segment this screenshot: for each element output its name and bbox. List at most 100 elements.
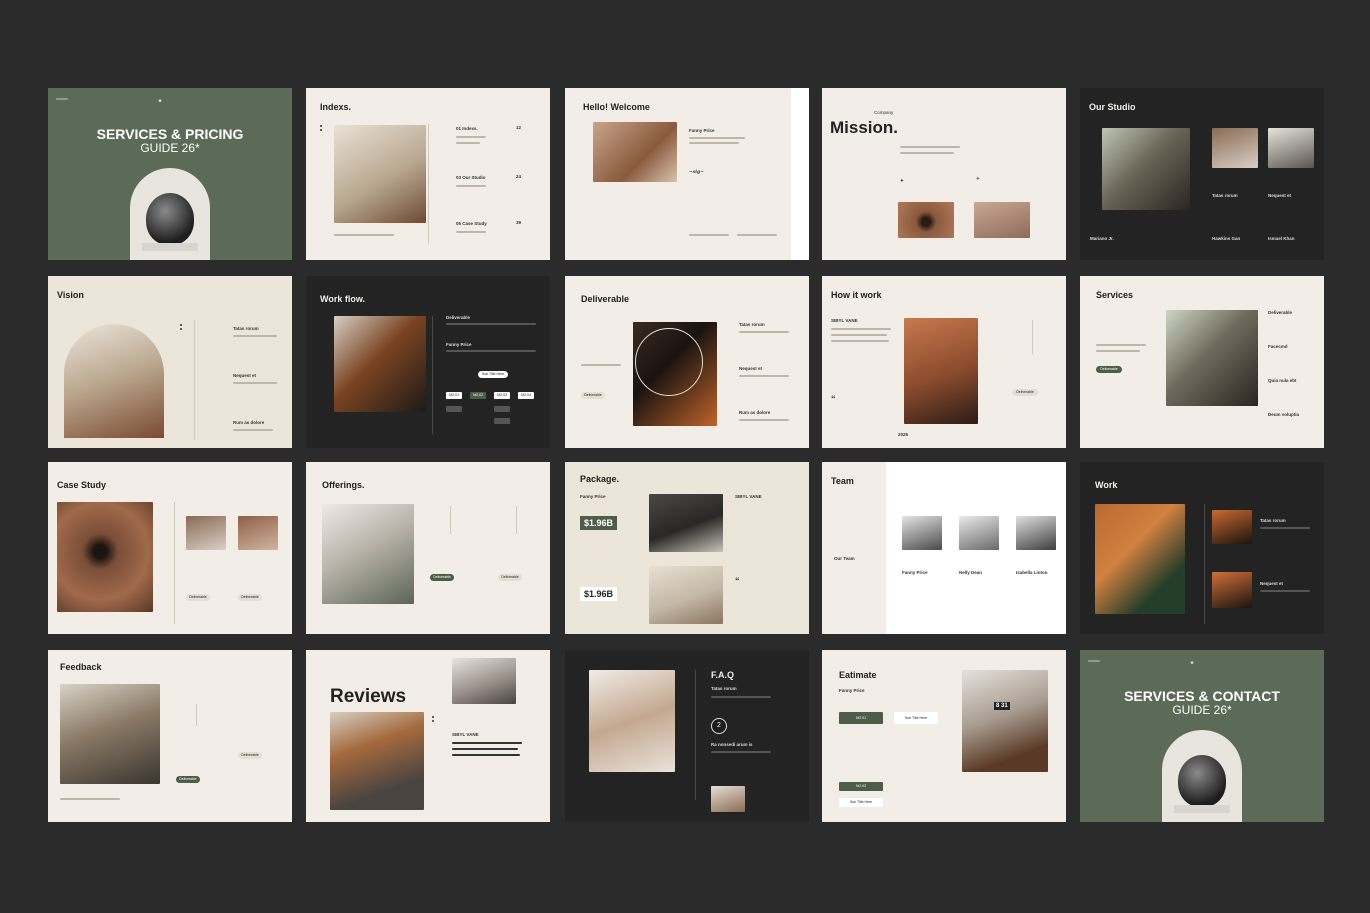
index-page: 12 bbox=[516, 125, 522, 130]
slide-vision[interactable]: Vision Tatas rorum Nequest et Rum as dol… bbox=[48, 276, 292, 448]
slide-subtitle: GUIDE 26* bbox=[1172, 703, 1232, 717]
slide-title: Offerings. bbox=[322, 480, 365, 490]
bedroom-image bbox=[334, 125, 426, 223]
estimate-button[interactable]: Sub Title Here bbox=[839, 798, 883, 807]
member-name: Isabella Linton bbox=[1016, 570, 1048, 575]
slide-work[interactable]: Work Tatas rorum Nequest et bbox=[1080, 462, 1324, 634]
slide-title: Services bbox=[1096, 290, 1134, 300]
room-image bbox=[649, 566, 723, 624]
brand-label: SIBYL VANE bbox=[735, 494, 762, 499]
slide-mission[interactable]: Company Mission. ✦ ✧ bbox=[822, 88, 1066, 260]
work-image bbox=[1095, 504, 1185, 614]
estimate-button[interactable]: NO.02 bbox=[839, 782, 883, 791]
slide-title: How it work bbox=[831, 290, 882, 300]
sitting-woman-image bbox=[904, 318, 978, 424]
estimate-button[interactable]: Sub Title Here bbox=[894, 712, 938, 724]
deliverable-button[interactable]: Deliverable bbox=[176, 776, 200, 783]
slide-indexs[interactable]: Indexs. 01 Indexs. 12 03 Our Studio 24 0… bbox=[306, 88, 550, 260]
price-tag: $1.96B bbox=[580, 587, 618, 601]
slide-title: F.A.Q bbox=[711, 670, 735, 680]
case-image bbox=[186, 516, 226, 550]
services-image bbox=[1166, 310, 1258, 406]
slide-title: Work flow. bbox=[320, 294, 365, 304]
deliverable-item: Rum as dolore bbox=[739, 410, 771, 415]
case-image bbox=[238, 516, 278, 550]
studio-image-3 bbox=[1268, 128, 1314, 168]
slide-services-pricing[interactable]: ★ SERVICES & PRICING GUIDE 26* bbox=[48, 88, 292, 260]
slide-case-study[interactable]: Case Study Deliverable Deliverable bbox=[48, 462, 292, 634]
tablet-image bbox=[649, 494, 723, 552]
dots-icon bbox=[432, 716, 434, 724]
slide-title: Eatimate bbox=[839, 670, 877, 680]
slide-how-it-work[interactable]: How it work SIBYL VANE “ 2026 Deliverabl… bbox=[822, 276, 1066, 448]
slide-title: Package. bbox=[580, 474, 620, 484]
person-name: Fanny Price bbox=[689, 128, 715, 133]
slide-services[interactable]: Services Deliverable Deliverable Facecmd… bbox=[1080, 276, 1324, 448]
vision-item: Rum as dolore bbox=[233, 420, 265, 425]
clock-display: 8 31 bbox=[994, 702, 1010, 710]
slide-title: Our Studio bbox=[1089, 102, 1136, 112]
our-team-link[interactable]: Our Team bbox=[834, 556, 855, 561]
faq-number: 2 bbox=[711, 718, 727, 734]
deliverable-button[interactable]: Deliverable bbox=[430, 574, 454, 581]
slide-title: Vision bbox=[57, 290, 84, 300]
member-name: Ismael Khan bbox=[1268, 236, 1295, 241]
slide-eatimate[interactable]: Eatimate Fanny Price NO.01 Sub Title Her… bbox=[822, 650, 1066, 822]
member-name: Hawkins Gan bbox=[1212, 236, 1241, 241]
deliverable-button[interactable]: Deliverable bbox=[186, 594, 210, 601]
review-image bbox=[452, 658, 516, 704]
step-button[interactable]: NO.02 bbox=[470, 392, 486, 399]
deliverable-button[interactable]: Deliverable bbox=[1096, 366, 1122, 373]
slide-title: Work bbox=[1095, 480, 1118, 490]
deliverable-button[interactable]: Deliverable bbox=[581, 392, 605, 399]
slide-team[interactable]: Team Our Team Fanny Price Nelly Dean Isa… bbox=[822, 462, 1066, 634]
deliverable-button[interactable]: Deliverable bbox=[238, 752, 262, 759]
work-item: Nequest et bbox=[1260, 581, 1284, 586]
slide-feedback[interactable]: Feedback Deliverable Deliverable bbox=[48, 650, 292, 822]
index-item[interactable]: 03 Our Studio bbox=[456, 175, 486, 180]
quote-icon: “ bbox=[735, 576, 740, 586]
index-item[interactable]: 01 Indexs. bbox=[456, 126, 478, 131]
logo-mark bbox=[1088, 660, 1100, 662]
brand-label: SIBYL VANE bbox=[831, 318, 858, 323]
slide-faq[interactable]: F.A.Q Tatas rorum 2 Ra nonsedi arum is bbox=[565, 650, 809, 822]
slide-deliverable[interactable]: Deliverable Deliverable Tatas rorum Nequ… bbox=[565, 276, 809, 448]
deliverable-button[interactable]: Deliverable bbox=[498, 574, 522, 581]
team-photo bbox=[959, 516, 999, 550]
step-button[interactable]: NO.01 bbox=[446, 392, 462, 399]
slide-reviews[interactable]: Reviews SIBYL VANE bbox=[306, 650, 550, 822]
subtitle-button[interactable]: Sub Title Here bbox=[478, 371, 508, 378]
service-item: Deliverable bbox=[1268, 310, 1293, 315]
mission-icon: ✧ bbox=[976, 176, 980, 181]
slide-package[interactable]: Package. Fanny Price $1.96B $1.96B SIBYL… bbox=[565, 462, 809, 634]
step-button[interactable]: NO.04 bbox=[518, 392, 534, 399]
slide-our-studio[interactable]: Our Studio Tatas rorum Nequest et Marian… bbox=[1080, 88, 1324, 260]
studio-image-2 bbox=[1212, 128, 1258, 168]
deliverable-button[interactable]: Deliverable bbox=[1012, 389, 1038, 396]
vision-item: Tatas rorum bbox=[233, 326, 259, 331]
slide-hello-welcome[interactable]: Hello! Welcome Fanny Price ~sig~ bbox=[565, 88, 809, 260]
faq-question: Tatas rorum bbox=[711, 686, 737, 691]
vase-image bbox=[146, 193, 194, 245]
estimate-button[interactable]: NO.01 bbox=[839, 712, 883, 724]
circle-outline bbox=[635, 328, 703, 396]
slide-title: Team bbox=[831, 476, 854, 486]
index-page: 24 bbox=[516, 174, 522, 179]
price-tag: $1.96B bbox=[580, 516, 618, 530]
side-panel bbox=[791, 88, 809, 260]
chair-image bbox=[322, 504, 414, 604]
dots-icon bbox=[320, 125, 322, 133]
slide-services-contact[interactable]: ★ SERVICES & CONTACT GUIDE 26* bbox=[1080, 650, 1324, 822]
deliverable-item: Nequest et bbox=[739, 366, 763, 371]
service-item: Quia nula ebt bbox=[1268, 378, 1297, 383]
slide-kicker: Company bbox=[874, 110, 894, 115]
step-button[interactable]: NO.03 bbox=[494, 392, 510, 399]
arch-bedroom-image bbox=[64, 324, 164, 438]
deliverable-button[interactable]: Deliverable bbox=[238, 594, 262, 601]
studio-label: Tatas rorum bbox=[1212, 193, 1238, 198]
slide-work-flow[interactable]: Work flow. Deliverable Fanny Price Sub T… bbox=[306, 276, 550, 448]
slide-subtitle: GUIDE 26* bbox=[140, 141, 200, 155]
index-item[interactable]: 05 Case Study bbox=[456, 221, 487, 226]
slide-offerings[interactable]: Offerings. Deliverable Deliverable bbox=[306, 462, 550, 634]
service-item: Facecmd bbox=[1268, 344, 1288, 349]
